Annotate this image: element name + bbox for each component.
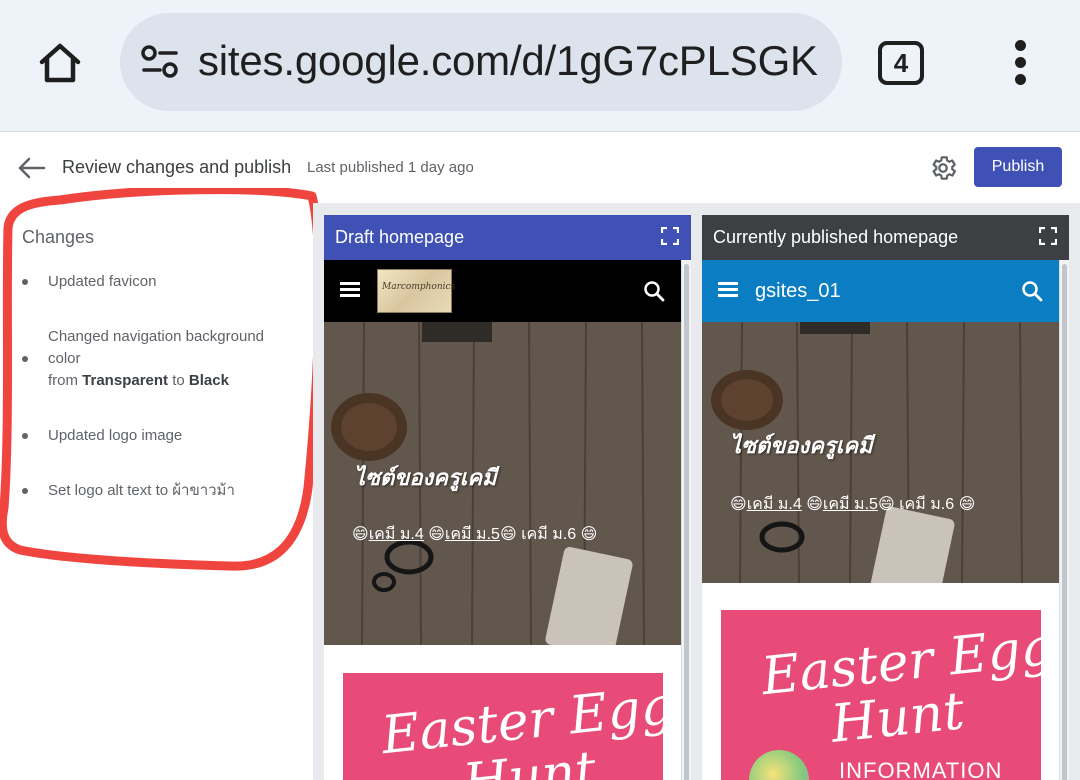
bullet <box>22 356 28 362</box>
changes-panel: Changes Updated favicon Changed navigati… <box>0 203 313 780</box>
url-text[interactable]: sites.google.com/d/1gG7cPLSGK <box>198 37 818 85</box>
bullet <box>22 279 28 285</box>
published-preview-pane: Currently published homepage gsites_01 ไ… <box>702 215 1069 780</box>
change-item-line: Changed navigation background <box>48 328 264 345</box>
link-chem-m4[interactable]: เคมี ม.4 <box>747 496 802 513</box>
hero-links: 😄เคมี ม.4 😄เคมี ม.5😄 เคมี ม.6 😄 <box>352 522 597 547</box>
hero-links: 😄เคมี ม.4 😄เคมี ม.5😄 เคมี ม.6 😄 <box>730 492 975 517</box>
smile-emoji: 😄 <box>423 526 445 543</box>
link-chem-m4[interactable]: เคมี ม.4 <box>369 526 424 543</box>
to-value: Black <box>188 372 229 389</box>
page-title: Review changes and publish <box>62 157 292 177</box>
draft-preview-pane: Draft homepage Marcomphonics ไซต์ของครูเ… <box>324 215 691 780</box>
smile-emoji: 😄 <box>730 496 747 513</box>
easter-poster: Easter Egg Hunt INFORMATION <box>721 610 1041 780</box>
easter-poster: Easter Egg Hunt <box>343 673 663 780</box>
published-scrollbar[interactable] <box>1059 260 1069 780</box>
scrollbar-thumb[interactable] <box>1062 264 1067 780</box>
review-header: Review changes and publish Last publishe… <box>0 133 1080 203</box>
published-pane-title: Currently published homepage <box>713 227 959 247</box>
last-published-text: Last published 1 day ago <box>307 159 474 176</box>
link-chem-m5[interactable]: เคมี ม.5 <box>823 496 878 513</box>
published-hero-banner: ไซต์ของครูเคมี 😄เคมี ม.4 😄เคมี ม.5😄 เคมี… <box>702 322 1059 583</box>
hero-title: ไซต์ของครูเคมี <box>730 433 873 458</box>
address-bar[interactable]: sites.google.com/d/1gG7cPLSGK <box>120 13 842 111</box>
changes-heading: Changes <box>22 227 95 247</box>
site-name[interactable]: gsites_01 <box>755 280 841 303</box>
change-item-nav-color: Changed navigation background color from… <box>48 326 298 392</box>
search-icon[interactable] <box>643 280 665 302</box>
preview-area: Draft homepage Marcomphonics ไซต์ของครูเ… <box>313 203 1080 780</box>
logo-text: Marcomphonics <box>382 282 456 292</box>
link-chem-m6: 😄 เคมี ม.6 😄 <box>499 526 598 543</box>
hamburger-icon[interactable] <box>340 282 360 298</box>
publish-button[interactable]: Publish <box>974 147 1062 187</box>
more-options-icon[interactable] <box>1004 38 1038 88</box>
tab-switcher-button[interactable]: 4 <box>878 41 924 85</box>
draft-scrollbar[interactable] <box>681 260 691 780</box>
draft-pane-header: Draft homepage <box>324 215 691 260</box>
fullscreen-icon[interactable] <box>1039 227 1057 245</box>
hero-title: ไซต์ของครูเคมี <box>354 465 497 490</box>
published-pane-header: Currently published homepage <box>702 215 1069 260</box>
change-item-line: from Transparent to Black <box>48 370 298 392</box>
home-icon[interactable] <box>30 33 90 93</box>
draft-hero-banner: ไซต์ของครูเคมี 😄เคมี ม.4 😄เคมี ม.5😄 เคมี… <box>324 322 681 645</box>
site-logo[interactable]: Marcomphonics <box>377 269 456 313</box>
smile-emoji: 😄 <box>352 526 369 543</box>
published-site-nav: gsites_01 <box>702 260 1059 322</box>
bullet <box>22 433 28 439</box>
smile-emoji: 😄 <box>801 496 823 513</box>
from-word: from <box>48 372 78 389</box>
link-chem-m6: 😄 เคมี ม.6 😄 <box>877 496 976 513</box>
hamburger-icon[interactable] <box>718 282 738 298</box>
bullet <box>22 488 28 494</box>
poster-subtitle: Hunt <box>828 681 968 755</box>
change-item-line: color <box>48 350 81 367</box>
poster-info-text: INFORMATION <box>839 758 1003 780</box>
fullscreen-icon[interactable] <box>661 227 679 245</box>
easter-egg-image <box>749 750 809 780</box>
draft-pane-title: Draft homepage <box>335 227 465 247</box>
back-arrow-icon[interactable] <box>14 153 48 183</box>
browser-toolbar: sites.google.com/d/1gG7cPLSGK 4 <box>0 0 1080 132</box>
gear-icon[interactable] <box>928 153 958 183</box>
change-item-alt-text: Set logo alt text to ผ้าขาวม้า <box>48 482 235 499</box>
scrollbar-thumb[interactable] <box>684 264 689 780</box>
search-icon[interactable] <box>1021 280 1043 302</box>
change-item-favicon: Updated favicon <box>48 273 157 290</box>
change-item-logo: Updated logo image <box>48 427 183 444</box>
link-chem-m5[interactable]: เคมี ม.5 <box>445 526 500 543</box>
to-word: to <box>172 372 185 389</box>
site-settings-icon[interactable] <box>140 42 180 82</box>
draft-site-nav: Marcomphonics <box>324 260 681 322</box>
from-value: Transparent <box>82 372 169 389</box>
